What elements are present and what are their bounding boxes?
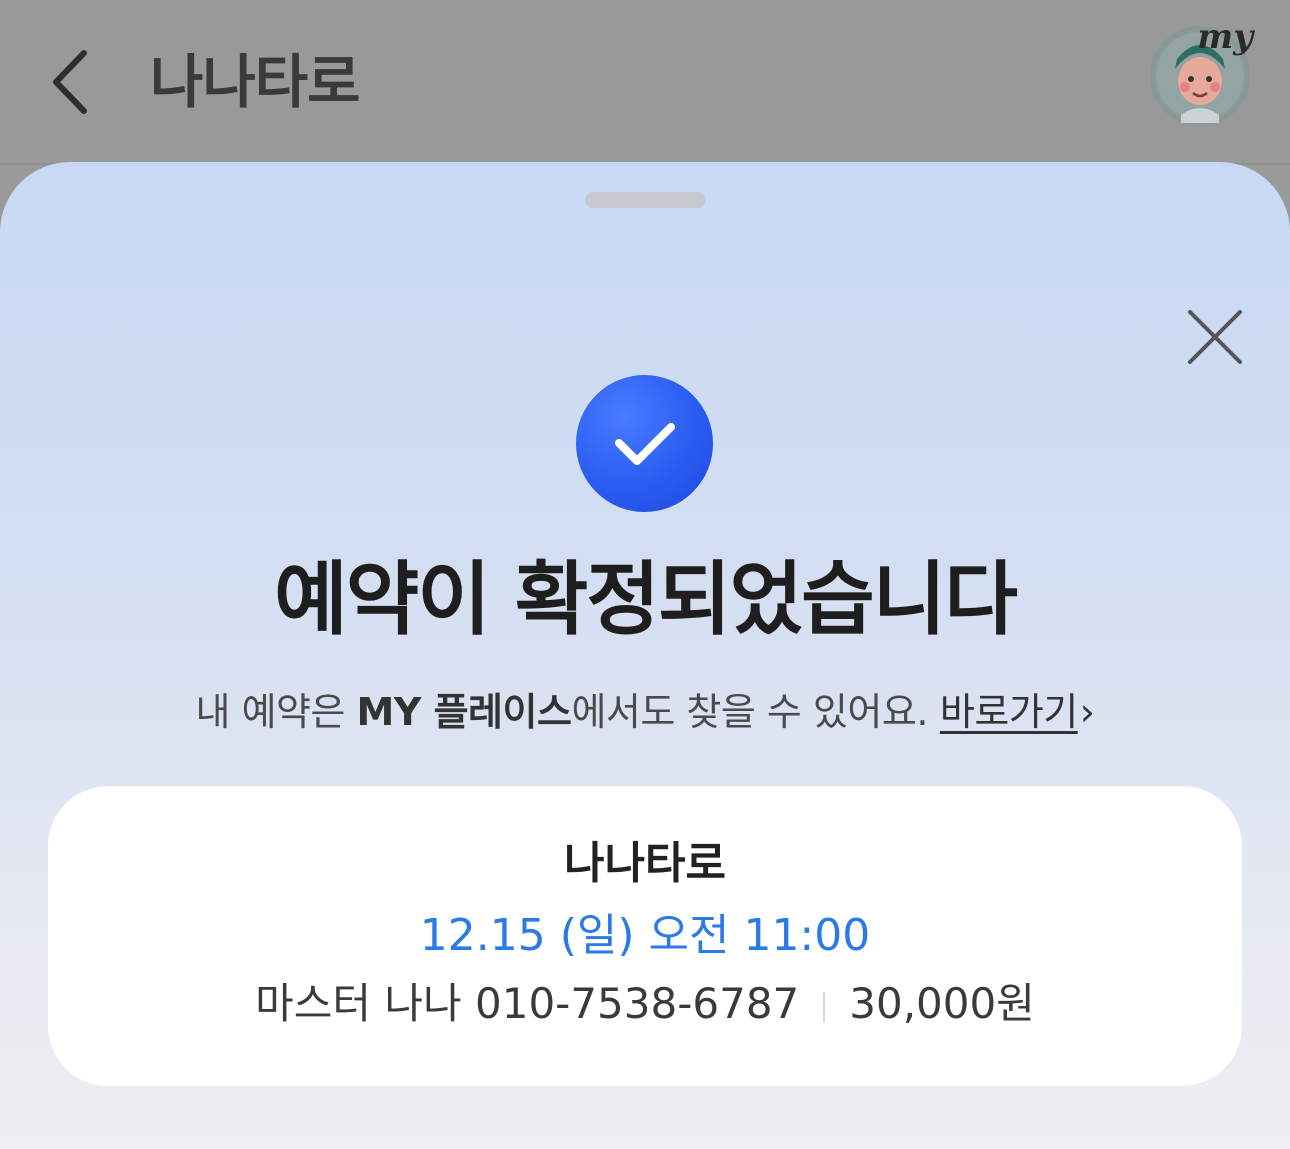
- success-check-badge: [576, 375, 713, 512]
- confirmation-headline: 예약이 확정되었습니다: [274, 553, 1018, 646]
- shop-name: 나나타로: [564, 838, 726, 889]
- top-nav-bar: 나나타로 my: [0, 0, 1290, 165]
- hint-suffix: 에서도 찾을 수 있어요.: [571, 690, 928, 734]
- my-profile-avatar[interactable]: my: [1150, 17, 1253, 126]
- my-place-hint: 내 예약은 MY 플레이스에서도 찾을 수 있어요. 바로가기›: [0, 684, 1290, 740]
- check-icon: [614, 422, 675, 465]
- booking-summary-card: 나나타로 12.15 (일) 오전 11:00 마스터 나나 010-7538-…: [48, 786, 1242, 1086]
- my-badge: my: [1197, 17, 1253, 57]
- divider: [823, 991, 826, 1022]
- master-contact: 마스터 나나 010-7538-6787: [255, 979, 800, 1028]
- back-button[interactable]: [40, 42, 100, 122]
- chevron-right-icon[interactable]: ›: [1080, 690, 1095, 734]
- chevron-left-icon: [53, 50, 87, 114]
- close-button[interactable]: [1180, 302, 1250, 372]
- nav-title: 나나타로: [150, 48, 360, 116]
- goto-my-place-link[interactable]: 바로가기: [940, 690, 1078, 734]
- close-icon: [1188, 310, 1242, 364]
- booking-confirmed-sheet: 예약이 확정되었습니다 내 예약은 MY 플레이스에서도 찾을 수 있어요. 바로…: [0, 162, 1290, 1149]
- sheet-drag-handle[interactable]: [585, 192, 705, 208]
- hint-my-place: MY 플레이스: [356, 690, 572, 734]
- booking-details: 마스터 나나 010-7538-6787 30,000원: [48, 974, 1242, 1034]
- booking-price: 30,000원: [849, 979, 1035, 1028]
- booking-datetime: 12.15 (일) 오전 11:00: [419, 910, 871, 961]
- hint-prefix: 내 예약은: [195, 690, 357, 734]
